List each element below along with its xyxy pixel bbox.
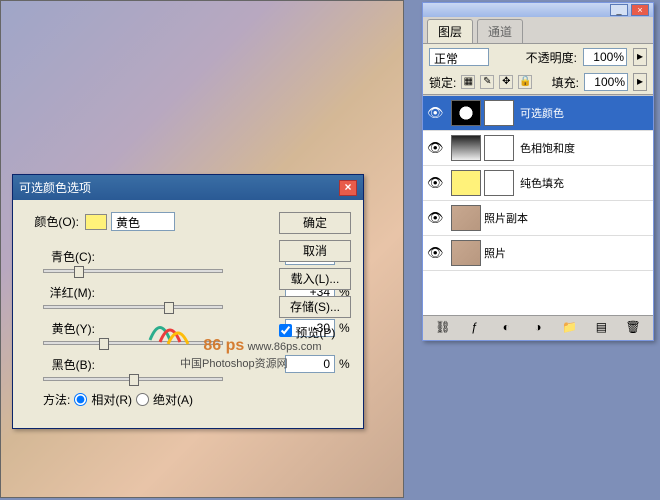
layer-thumb[interactable] (451, 100, 481, 126)
preview-label: 预览(P) (295, 326, 335, 340)
color-label: 颜色(O): (23, 213, 79, 230)
visibility-icon[interactable]: 👁 (427, 105, 443, 121)
fill-label: 填充: (552, 74, 579, 91)
mask-icon[interactable]: ◐ (498, 320, 514, 336)
folder-icon[interactable]: 📁 (562, 320, 578, 336)
close-icon[interactable]: × (631, 4, 649, 16)
minimize-icon[interactable]: _ (610, 4, 628, 16)
layer-row[interactable]: 👁 色相饱和度 (423, 131, 653, 166)
panel-titlebar[interactable]: _ × (423, 3, 653, 17)
magenta-label: 洋红(M): (43, 284, 95, 301)
opacity-arrow-icon[interactable]: ▸ (633, 48, 647, 66)
slider-thumb[interactable] (164, 302, 174, 314)
close-icon[interactable]: × (339, 180, 357, 196)
layer-thumb[interactable] (451, 170, 481, 196)
layer-row[interactable]: 👁 可选颜色 (423, 96, 653, 131)
selective-color-dialog: 可选颜色选项 × 颜色(O): 黄色 青色(C): % 洋红(M): % 黄色(… (12, 174, 364, 429)
magenta-slider[interactable] (43, 305, 223, 309)
mask-thumb[interactable] (484, 135, 514, 161)
lock-label: 锁定: (429, 74, 456, 91)
lock-position-icon[interactable]: ✥ (499, 75, 513, 89)
opacity-input[interactable]: 100% (583, 48, 627, 66)
slider-thumb[interactable] (129, 374, 139, 386)
visibility-icon[interactable]: 👁 (427, 140, 443, 156)
lock-paint-icon[interactable]: ✎ (480, 75, 494, 89)
trash-icon[interactable]: 🗑 (625, 320, 641, 336)
black-label: 黑色(B): (43, 356, 95, 373)
lock-all-icon[interactable]: 🔒 (518, 75, 532, 89)
percent-label: % (339, 357, 353, 371)
absolute-label: 绝对(A) (153, 391, 193, 408)
visibility-icon[interactable]: 👁 (427, 245, 443, 261)
fill-arrow-icon[interactable]: ▸ (633, 73, 647, 91)
dialog-title-text: 可选颜色选项 (19, 179, 91, 196)
tab-channels[interactable]: 通道 (477, 19, 523, 43)
color-select[interactable]: 黄色 (111, 212, 175, 231)
layer-row[interactable]: 👁 照片副本 (423, 201, 653, 236)
layer-name: 照片 (484, 245, 506, 261)
layer-name: 照片副本 (484, 210, 528, 226)
slider-thumb[interactable] (99, 338, 109, 350)
relative-label: 相对(R) (91, 391, 132, 408)
mask-thumb[interactable] (484, 100, 514, 126)
layer-thumb[interactable] (451, 205, 481, 231)
load-button[interactable]: 载入(L)... (279, 268, 351, 290)
new-layer-icon[interactable]: ▤ (593, 320, 609, 336)
layer-row[interactable]: 👁 照片 (423, 236, 653, 271)
tab-layers[interactable]: 图层 (427, 19, 473, 43)
black-slider[interactable] (43, 377, 223, 381)
mask-thumb[interactable] (484, 170, 514, 196)
ok-button[interactable]: 确定 (279, 212, 351, 234)
layer-thumb[interactable] (451, 135, 481, 161)
layer-name: 可选颜色 (520, 105, 564, 121)
method-label: 方法: (43, 391, 70, 408)
cyan-slider[interactable] (43, 269, 223, 273)
cancel-button[interactable]: 取消 (279, 240, 351, 262)
lock-transparency-icon[interactable]: ▦ (461, 75, 475, 89)
adjustment-icon[interactable]: ◑ (530, 320, 546, 336)
layer-name: 纯色填充 (520, 175, 564, 191)
link-icon[interactable]: ⛓ (435, 320, 451, 336)
opacity-label: 不透明度: (526, 49, 577, 66)
relative-radio[interactable] (74, 393, 87, 406)
yellow-label: 黄色(Y): (43, 320, 95, 337)
yellow-slider[interactable] (43, 341, 223, 345)
slider-thumb[interactable] (74, 266, 84, 278)
black-input[interactable] (285, 355, 335, 373)
fill-input[interactable]: 100% (584, 73, 628, 91)
save-button[interactable]: 存储(S)... (279, 296, 351, 318)
fx-icon[interactable]: ƒ (467, 320, 483, 336)
cyan-label: 青色(C): (43, 248, 95, 265)
preview-checkbox[interactable] (279, 324, 292, 337)
layer-name: 色相饱和度 (520, 140, 575, 156)
layers-panel: _ × 图层 通道 正常 不透明度: 100% ▸ 锁定: ▦ ✎ ✥ 🔒 填充… (422, 2, 654, 341)
dialog-titlebar[interactable]: 可选颜色选项 × (13, 175, 363, 200)
layer-row[interactable]: 👁 纯色填充 (423, 166, 653, 201)
layer-thumb[interactable] (451, 240, 481, 266)
absolute-radio[interactable] (136, 393, 149, 406)
layers-list: 👁 可选颜色 👁 色相饱和度 👁 纯色填充 👁 照片副本 👁 照片 (423, 95, 653, 315)
visibility-icon[interactable]: 👁 (427, 210, 443, 226)
blend-mode-select[interactable]: 正常 (429, 48, 489, 66)
visibility-icon[interactable]: 👁 (427, 175, 443, 191)
color-swatch (85, 214, 107, 230)
